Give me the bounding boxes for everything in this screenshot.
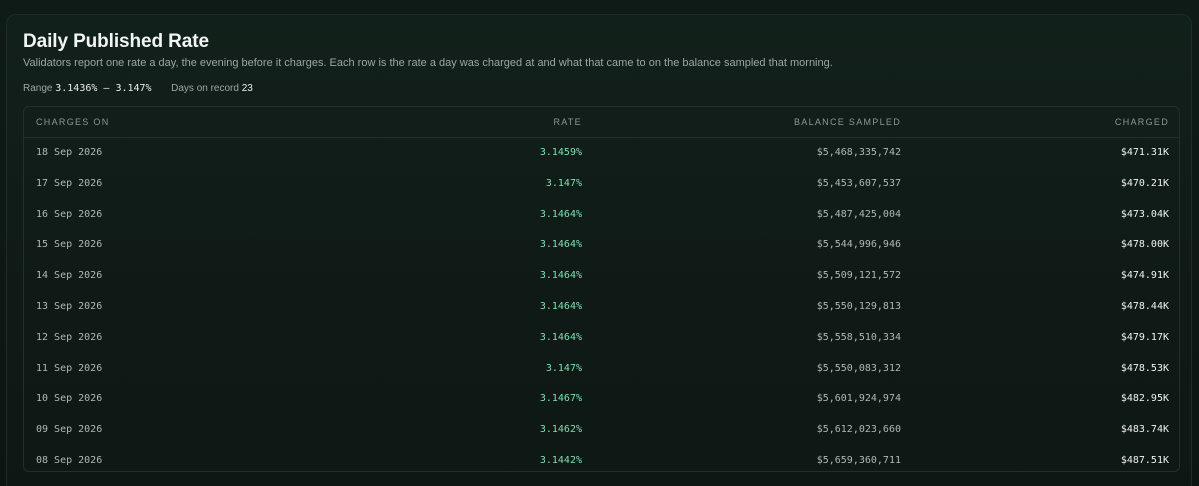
page: Daily Published Rate Validators report o… (0, 0, 1199, 486)
charged-cell: $474.91K (1120, 270, 1169, 282)
charged-cell: $478.44K (1120, 301, 1169, 312)
rate-cell: 3.1464% (539, 239, 582, 251)
table-row[interactable]: 16 Sep 2026 3.1464% $5,487,425,004 $473.04K (24, 200, 1179, 231)
charged-cell: $470.21K (1120, 177, 1169, 189)
charges-on-cell: 16 Sep 2026 (36, 208, 103, 220)
table-row[interactable]: 17 Sep 2026 3.147% $5,453,607,537 $470.21K (24, 169, 1179, 200)
table-row[interactable]: 09 Sep 2026 3.1462% $5,612,023,660 $483.74K (24, 415, 1179, 446)
balance-sampled-cell: $5,468,335,742 (816, 147, 901, 158)
balance-sampled-cell: $5,550,083,312 (816, 362, 901, 374)
table-row[interactable]: 08 Sep 2026 3.1442% $5,659,360,711 $487.51K (24, 446, 1179, 471)
days-label: Days on record (171, 83, 239, 94)
column-header-charges-on[interactable]: CHARGES ON (36, 117, 110, 127)
table-header: CHARGES ON RATE BALANCE SAMPLED CHARGED (24, 107, 1179, 138)
balance-sampled-cell: $5,509,121,572 (816, 270, 901, 282)
balance-sampled-cell: $5,453,607,537 (816, 177, 901, 189)
table-row[interactable]: 10 Sep 2026 3.1467% $5,601,924,974 $482.95K (24, 384, 1179, 415)
table-row[interactable]: 11 Sep 2026 3.147% $5,550,083,312 $478.53K (24, 354, 1179, 385)
range-label: Range (23, 83, 53, 94)
charged-cell: $479.17K (1120, 331, 1169, 343)
charges-on-cell: 14 Sep 2026 (36, 270, 103, 282)
charges-on-cell: 15 Sep 2026 (36, 239, 103, 251)
rate-cell: 3.147% (545, 177, 582, 189)
rates-table[interactable]: CHARGES ON RATE BALANCE SAMPLED CHARGED … (23, 106, 1180, 472)
rate-cell: 3.147% (545, 362, 582, 374)
days-value: 23 (241, 83, 253, 94)
balance-sampled-cell: $5,550,129,813 (816, 301, 901, 312)
table-row[interactable]: 12 Sep 2026 3.1464% $5,558,510,334 $479.17K (24, 323, 1179, 354)
page-subtitle: Validators report one rate a day, the ev… (23, 57, 833, 69)
table-row[interactable]: 13 Sep 2026 3.1464% $5,550,129,813 $478.44K (24, 292, 1179, 323)
charged-cell: $483.74K (1120, 424, 1169, 436)
range-value: 3.1436% – 3.147% (55, 83, 152, 94)
charges-on-cell: 18 Sep 2026 (36, 147, 103, 158)
balance-sampled-cell: $5,558,510,334 (816, 331, 901, 343)
column-header-rate[interactable]: RATE (553, 117, 582, 127)
rate-card: Daily Published Rate Validators report o… (6, 14, 1192, 486)
rate-cell: 3.1442% (539, 455, 582, 466)
rate-cell: 3.1464% (539, 208, 582, 220)
table-row[interactable]: 18 Sep 2026 3.1459% $5,468,335,742 $471.31K (24, 138, 1179, 169)
rate-cell: 3.1464% (539, 301, 582, 312)
rate-cell: 3.1462% (539, 424, 582, 436)
charged-cell: $478.00K (1120, 239, 1169, 251)
table-row[interactable]: 15 Sep 2026 3.1464% $5,544,996,946 $478.00K (24, 230, 1179, 261)
charged-cell: $482.95K (1120, 393, 1169, 405)
rate-cell: 3.1464% (539, 270, 582, 282)
column-header-charged[interactable]: CHARGED (1115, 117, 1169, 127)
table-row[interactable]: 14 Sep 2026 3.1464% $5,509,121,572 $474.91K (24, 261, 1179, 292)
charged-cell: $471.31K (1120, 147, 1169, 158)
balance-sampled-cell: $5,487,425,004 (816, 208, 901, 220)
charges-on-cell: 12 Sep 2026 (36, 331, 103, 343)
charged-cell: $473.04K (1120, 208, 1169, 220)
charges-on-cell: 13 Sep 2026 (36, 301, 103, 312)
charges-on-cell: 11 Sep 2026 (36, 362, 103, 374)
balance-sampled-cell: $5,612,023,660 (816, 424, 901, 436)
rate-cell: 3.1464% (539, 331, 582, 343)
charged-cell: $478.53K (1120, 362, 1169, 374)
rate-cell: 3.1459% (539, 147, 582, 158)
charges-on-cell: 17 Sep 2026 (36, 177, 103, 189)
column-header-balance-sampled[interactable]: BALANCE SAMPLED (794, 117, 901, 127)
charged-cell: $487.51K (1120, 455, 1169, 466)
balance-sampled-cell: $5,544,996,946 (816, 239, 901, 251)
charges-on-cell: 10 Sep 2026 (36, 393, 103, 405)
charges-on-cell: 09 Sep 2026 (36, 424, 103, 436)
range-summary: Range 3.1436% – 3.147% Days on record 23 (23, 83, 253, 94)
rate-cell: 3.1467% (539, 393, 582, 405)
balance-sampled-cell: $5,601,924,974 (816, 393, 901, 405)
charges-on-cell: 08 Sep 2026 (36, 455, 103, 466)
balance-sampled-cell: $5,659,360,711 (816, 455, 901, 466)
page-title: Daily Published Rate (23, 31, 209, 52)
